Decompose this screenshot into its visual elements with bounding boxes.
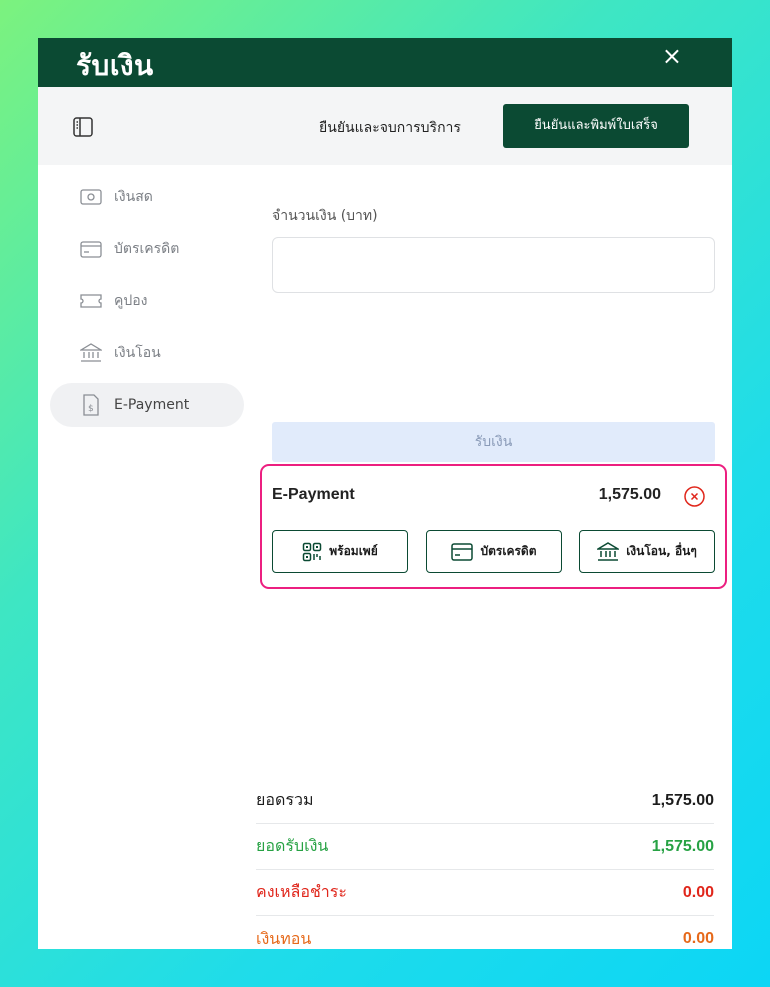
qr-code-icon [302,542,322,561]
coupon-icon [78,293,104,309]
summary-change-value: 0.00 [682,930,714,947]
bank-icon [597,541,620,561]
payment-method-sidebar: เงินสด บัตรเครดิต คูปอง เงินโอน $ E-Paym… [38,165,248,427]
modal-title: รับเงิน [76,49,154,82]
sidebar-item-coupon[interactable]: คูปอง [50,279,244,323]
credit-card-method-label: บัตรเครดิต [480,544,537,558]
cash-icon [78,189,104,205]
sidebar-item-label: คูปอง [114,293,148,309]
summary-row-total: ยอดรวม 1,575.00 [256,778,714,824]
credit-card-icon [78,240,104,258]
credit-card-icon [451,542,474,561]
sidebar-item-bank-transfer[interactable]: เงินโอน [50,331,244,375]
amount-label: จำนวนเงิน (บาท) [272,208,378,224]
close-icon[interactable]: × [662,42,682,70]
action-toolbar: ยืนยันและจบการบริการ ยืนยันและพิมพ์ใบเสร… [38,87,732,165]
e-payment-title: E-Payment [272,486,355,503]
sidebar-item-label: เงินสด [114,189,153,205]
remove-circle-icon[interactable] [684,486,705,507]
bank-icon [78,343,104,363]
sidebar-item-cash[interactable]: เงินสด [50,175,244,219]
bank-transfer-other-button[interactable]: เงินโอน, อื่นๆ [579,530,715,573]
sidebar-item-credit-card[interactable]: บัตรเครดิต [50,227,244,271]
promptpay-label: พร้อมเพย์ [329,544,378,558]
receipt-dollar-icon: $ [78,394,104,416]
summary-remaining-label: คงเหลือชำระ [256,882,347,901]
summary-received-label: ยอดรับเงิน [256,836,329,855]
promptpay-button[interactable]: พร้อมเพย์ [272,530,408,573]
sidebar-item-e-payment[interactable]: $ E-Payment [50,383,244,427]
sidebar-item-label: เงินโอน [114,345,161,361]
sidebar-item-label: E-Payment [114,397,190,413]
e-payment-selection-card: E-Payment 1,575.00 พร้อมเพย์ บัตรเครดิต … [260,464,727,589]
amount-input[interactable] [272,237,715,293]
summary-total-value: 1,575.00 [651,791,714,809]
summary-row-change: เงินทอน 0.00 [256,916,714,949]
sidebar-item-label: บัตรเครดิต [114,241,180,257]
sidebar-toggle-icon[interactable] [71,115,95,139]
summary-change-label: เงินทอน [256,928,312,948]
e-payment-amount: 1,575.00 [598,486,661,503]
confirm-and-print-receipt-button[interactable]: ยืนยันและพิมพ์ใบเสร็จ [503,104,689,148]
bank-transfer-other-label: เงินโอน, อื่นๆ [626,544,697,558]
receive-payment-button[interactable]: รับเงิน [272,422,715,462]
modal-header: รับเงิน × [38,38,732,87]
credit-card-method-button[interactable]: บัตรเครดิต [426,530,562,573]
summary-total-label: ยอดรวม [256,790,314,809]
summary-remaining-value: 0.00 [682,883,714,901]
svg-text:$: $ [88,404,94,414]
payment-summary: ยอดรวม 1,575.00 ยอดรับเงิน 1,575.00 คงเห… [256,778,714,949]
summary-row-received: ยอดรับเงิน 1,575.00 [256,824,714,870]
confirm-and-finish-button[interactable]: ยืนยันและจบการบริการ [300,110,480,146]
payment-form: จำนวนเงิน (บาท) รับเงิน [272,165,716,462]
summary-row-remaining: คงเหลือชำระ 0.00 [256,870,714,916]
summary-received-value: 1,575.00 [651,837,714,855]
payment-modal: รับเงิน × ยืนยันและจบการบริการ ยืนยันและ… [38,38,732,949]
